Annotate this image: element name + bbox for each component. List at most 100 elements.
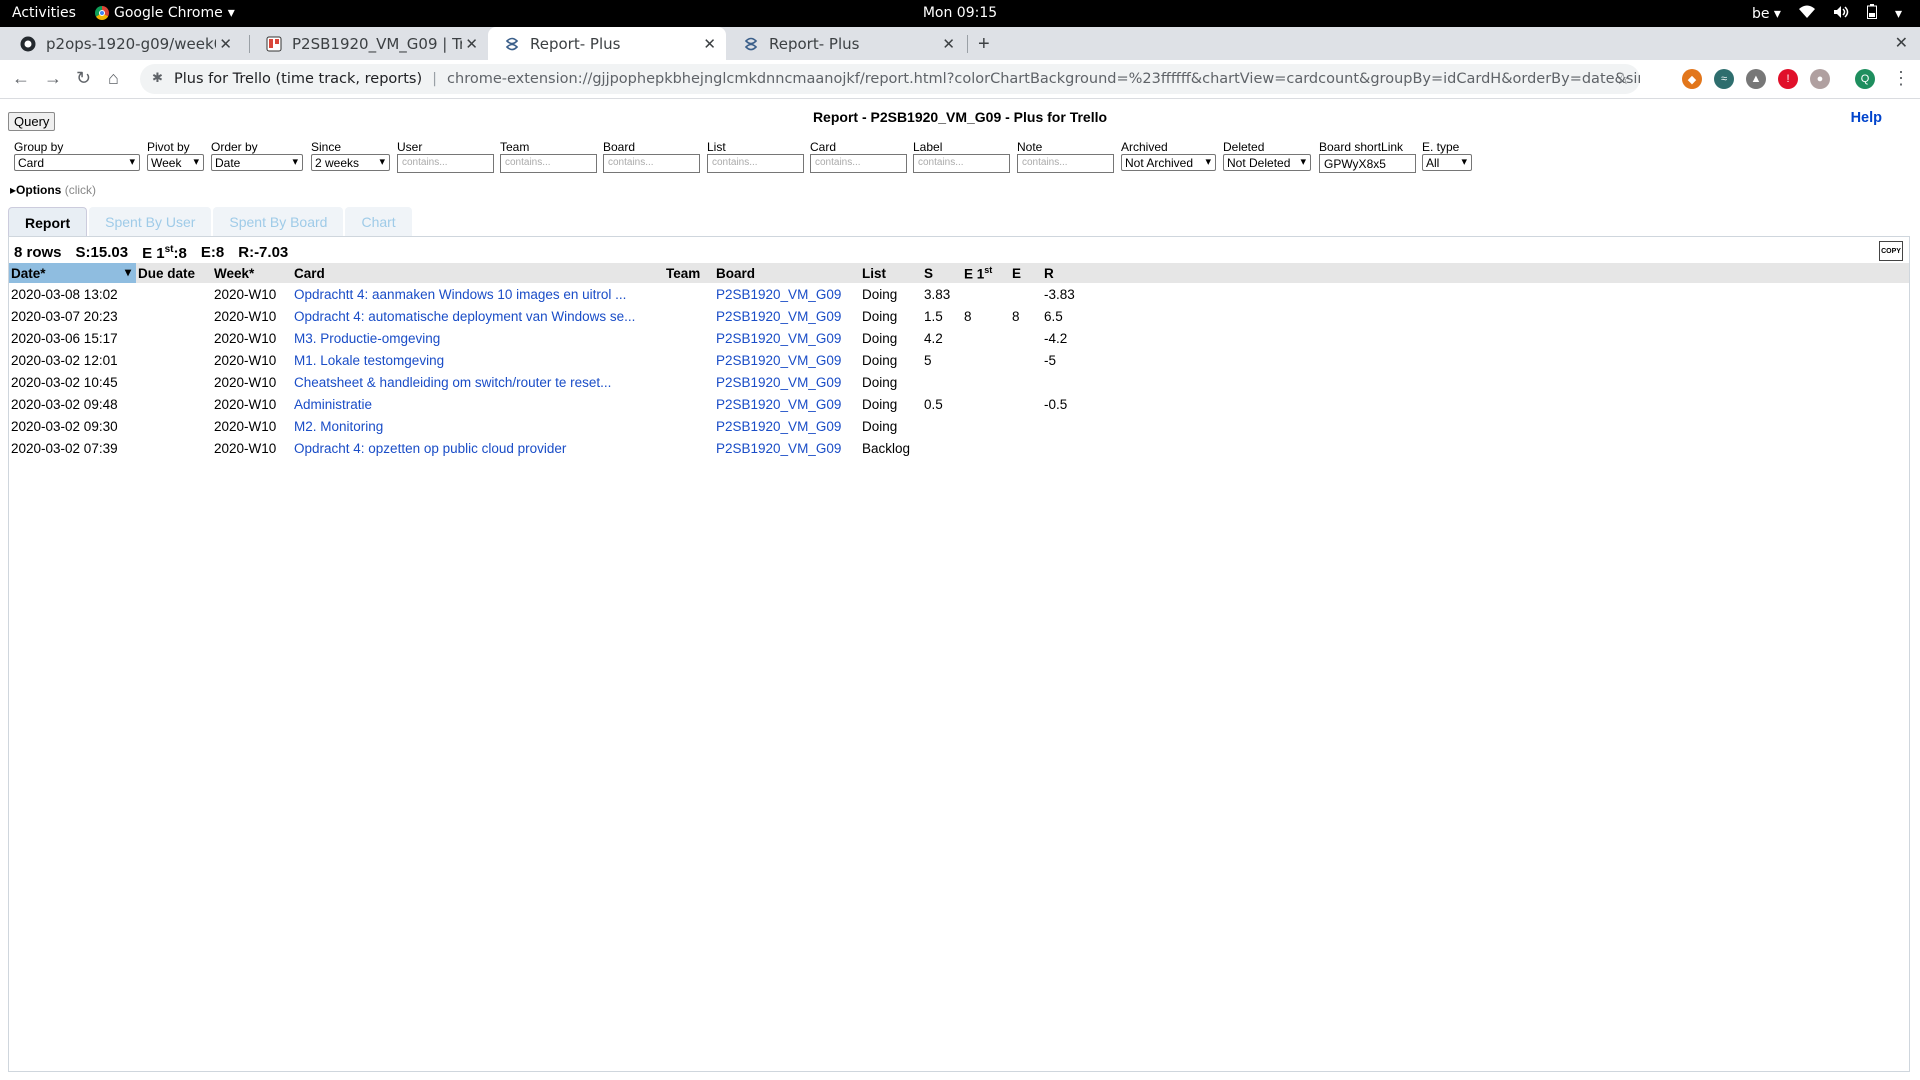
close-icon[interactable]: ✕ [465,35,478,53]
column-header-card[interactable]: Card [292,263,664,283]
url-text: chrome-extension://gjjpophepkbhejnglcmkd… [447,71,1640,87]
cell-board: P2SB1920_VM_G09 [714,393,860,415]
cell-r: -5 [1044,352,1057,368]
cell-e1 [962,283,1010,305]
cell-s: 4.2 [924,330,943,346]
tab-chart[interactable]: Chart [345,207,412,236]
browser-tab[interactable]: Report- Plus ✕ [727,27,965,60]
filter-order-by: Order by Date [211,140,303,171]
cell-team [664,415,714,437]
back-icon[interactable]: ← [12,68,30,89]
e-type-select[interactable]: All [1422,154,1472,171]
filter-label: Pivot by [147,140,190,154]
help-link[interactable]: Help [1851,110,1882,126]
column-header-list[interactable]: List [860,263,922,283]
cell-board: P2SB1920_VM_G09 [714,349,860,371]
board-link[interactable]: P2SB1920_VM_G09 [716,309,841,324]
order-by-select[interactable]: Date [211,154,303,171]
home-icon[interactable]: ⌂ [108,68,119,89]
omnibox-divider: | [432,71,438,87]
cell-e [1010,349,1042,371]
new-tab-button[interactable]: + [978,33,990,56]
tab-report[interactable]: Report [8,207,88,237]
group-by-select[interactable]: Card [14,154,140,171]
card-link[interactable]: M1. Lokale testomgeving [294,353,444,368]
report-tabs: Report Spent By User Spent By Board Char… [8,207,414,237]
forward-icon[interactable]: → [44,68,62,89]
menu-icon[interactable]: ⋮ [1892,68,1910,89]
board-shortlink-input[interactable]: GPWyX8x5 [1319,154,1416,173]
table-row: 2020-03-02 09:30 2020-W10 M2. Monitoring P2… [9,415,1909,437]
card-link[interactable]: Opdracht 4: automatische deployment van … [294,309,635,324]
card-link[interactable]: M3. Productie-omgeving [294,331,440,346]
card-link[interactable]: Administratie [294,397,372,412]
column-header-week[interactable]: Week* [212,263,292,283]
list-input[interactable]: contains... [707,154,804,173]
keyboard-layout[interactable]: be ▾ [1752,6,1781,22]
board-link[interactable]: P2SB1920_VM_G09 [716,375,841,390]
trello-icon [266,36,282,52]
table-row: 2020-03-02 09:48 2020-W10 Administratie P2S… [9,393,1909,415]
board-input[interactable]: contains... [603,154,700,173]
clock[interactable]: Mon 09:15 [0,5,1920,21]
options-toggle[interactable]: ▸Options (click) [10,183,96,197]
browser-tab[interactable]: P2SB1920_VM_G09 | Tre ✕ [250,27,488,60]
tab-spent-by-user[interactable]: Spent By User [89,207,212,236]
browser-tab[interactable]: p2ops-1920-g09/week04 ✕ [4,27,242,60]
card-link[interactable]: Opdracht 4: opzetten op public cloud pro… [294,441,566,456]
board-link[interactable]: P2SB1920_VM_G09 [716,397,841,412]
close-icon[interactable]: ✕ [219,35,232,53]
cell-team [664,283,714,305]
stop-icon[interactable]: ! [1778,69,1798,89]
card-input[interactable]: contains... [810,154,907,173]
column-header-board[interactable]: Board [714,263,860,283]
note-input[interactable]: contains... [1017,154,1114,173]
deleted-select[interactable]: Not Deleted [1223,154,1311,171]
system-tray[interactable]: be ▾ ▾ [1752,4,1902,23]
copy-icon[interactable]: COPY [1879,241,1903,261]
board-link[interactable]: P2SB1920_VM_G09 [716,441,841,456]
column-header-e1st[interactable]: E 1st [962,263,1010,283]
board-link[interactable]: P2SB1920_VM_G09 [716,287,841,302]
extension-icon[interactable]: ▲ [1746,69,1766,89]
extension-icon[interactable]: ● [1810,69,1830,89]
column-header-s[interactable]: S [922,263,962,283]
card-link[interactable]: M2. Monitoring [294,419,383,434]
metamask-icon[interactable]: ◆ [1682,69,1702,89]
cell-due [136,437,212,459]
card-link[interactable]: Opdrachtt 4: aanmaken Windows 10 images … [294,287,626,302]
close-icon[interactable]: ✕ [703,35,716,53]
card-link[interactable]: Cheatsheet & handleiding om switch/route… [294,375,611,390]
cell-due [136,349,212,371]
reload-icon[interactable]: ↻ [76,68,91,89]
plus-for-trello-ext-icon[interactable]: ≈ [1714,69,1734,89]
cell-e1: 8 [964,308,972,324]
column-header-team[interactable]: Team [664,263,714,283]
browser-tab-active[interactable]: Report- Plus ✕ [488,27,726,60]
pivot-by-select[interactable]: Week [147,154,204,171]
label-input[interactable]: contains... [913,154,1010,173]
cell-week: 2020-W10 [214,440,277,456]
column-header-date[interactable]: Date* [9,263,136,283]
column-header-due-date[interactable]: Due date [136,263,212,283]
team-input[interactable]: contains... [500,154,597,173]
cell-date: 2020-03-08 13:02 [11,286,118,302]
since-select[interactable]: 2 weeks [311,154,390,171]
cell-e [1010,415,1042,437]
cell-due [136,371,212,393]
close-icon[interactable]: ✕ [942,35,955,53]
address-bar[interactable]: Plus for Trello (time track, reports) | … [140,64,1640,94]
column-header-r[interactable]: R [1042,263,1909,283]
archived-select[interactable]: Not Archived [1121,154,1216,171]
extension-puzzle-icon: ✱ [152,70,163,85]
column-header-e[interactable]: E [1010,263,1042,283]
board-link[interactable]: P2SB1920_VM_G09 [716,353,841,368]
board-link[interactable]: P2SB1920_VM_G09 [716,419,841,434]
filter-board: Board contains... [603,140,700,173]
user-input[interactable]: contains... [397,154,494,173]
tab-spent-by-board[interactable]: Spent By Board [213,207,344,236]
window-close-icon[interactable]: ✕ [1895,33,1908,53]
board-link[interactable]: P2SB1920_VM_G09 [716,331,841,346]
bookmark-star-icon[interactable]: ☆ [1616,69,1630,88]
profile-avatar[interactable]: Q [1855,69,1875,89]
